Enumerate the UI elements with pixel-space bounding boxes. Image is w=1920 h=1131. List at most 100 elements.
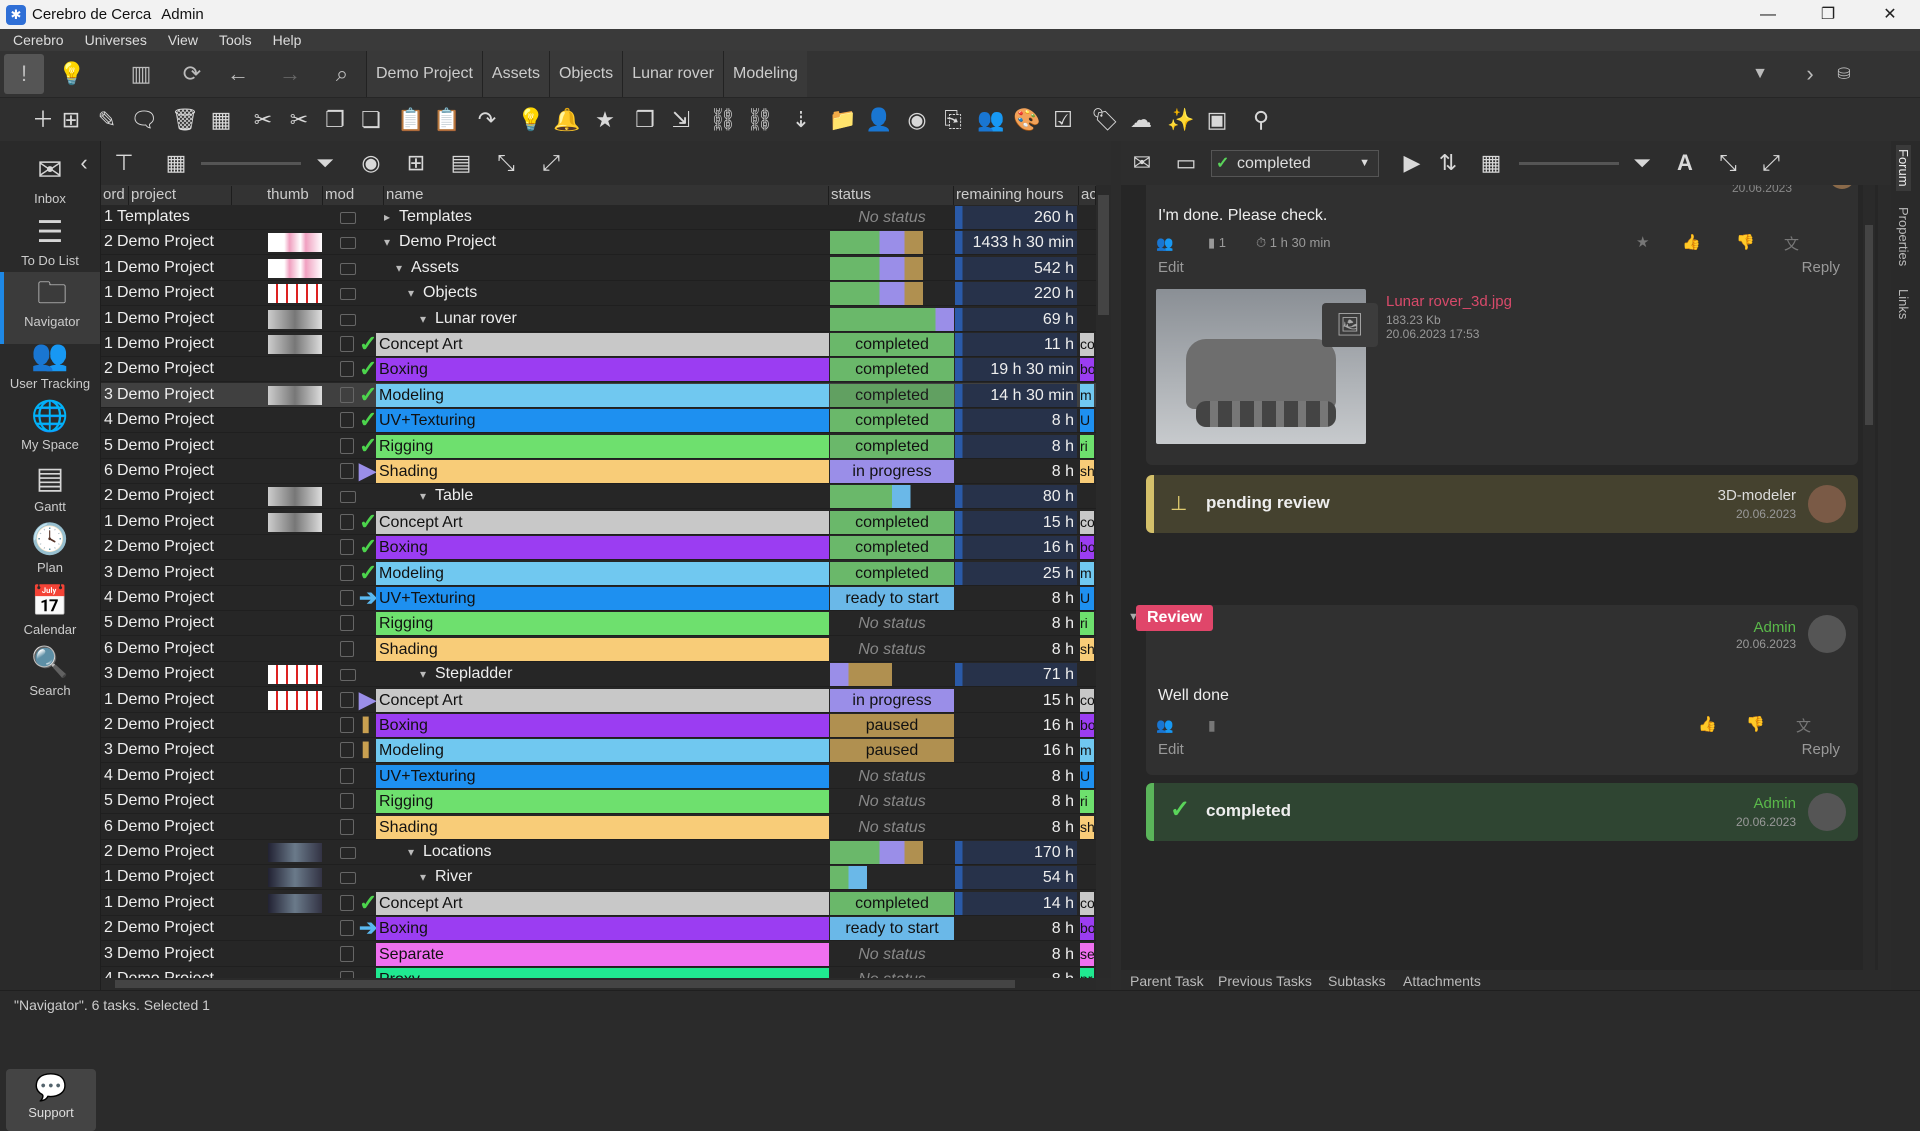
thumb-size-slider[interactable]: [201, 162, 301, 165]
expand-arrow-icon[interactable]: ▾: [420, 865, 432, 889]
tab-parent-task[interactable]: Parent Task: [1130, 973, 1204, 989]
refresh-icon[interactable]: ⟳: [172, 54, 212, 94]
paste-alt-icon[interactable]: 📋: [432, 106, 462, 134]
tab-subtasks[interactable]: Subtasks: [1328, 973, 1386, 989]
menu-help[interactable]: Help: [260, 32, 310, 48]
col-thumb[interactable]: thumb: [265, 186, 323, 205]
table-row[interactable]: 2 Demo Project ✓ Boxing completed 19 h 30 min…: [101, 357, 1096, 383]
expand-arrow-icon[interactable]: ▾: [420, 662, 432, 686]
forward-icon[interactable]: →: [270, 54, 310, 94]
translate-icon[interactable]: 文: [1796, 715, 1811, 736]
col-mod[interactable]: mod: [323, 186, 384, 205]
task-name[interactable]: Modeling: [376, 739, 829, 763]
task-name[interactable]: UV+Texturing: [376, 409, 829, 433]
dropdown-icon[interactable]: ▼: [1740, 54, 1780, 94]
film-icon[interactable]: ▦: [1476, 149, 1506, 177]
export-xls-icon[interactable]: ▤: [446, 149, 476, 177]
menu-cerebro[interactable]: Cerebro: [0, 32, 72, 48]
table-row[interactable]: 2 Demo Project ❚❚ Boxing paused 16 h bo: [101, 713, 1096, 738]
table-row[interactable]: 1 Demo Project ▾ Assets 542 h: [101, 256, 1096, 281]
play-icon[interactable]: ▶: [1397, 149, 1427, 177]
table-row[interactable]: 3 Demo Project ▾ Stepladder 71 h: [101, 662, 1096, 688]
paste-icon[interactable]: 📋: [396, 106, 426, 134]
expand-arrow-icon[interactable]: ▾: [384, 230, 396, 254]
search-icon[interactable]: ⌕: [322, 54, 362, 94]
task-name[interactable]: Rigging: [376, 790, 829, 814]
table-row[interactable]: 4 Demo Project UV+Texturing No status 8 hU: [101, 764, 1096, 789]
unlink-icon[interactable]: ⛓: [745, 106, 775, 134]
breadcrumb-item[interactable]: Objects: [548, 51, 623, 97]
maximize-button[interactable]: ❐: [1800, 0, 1856, 29]
task-name[interactable]: Rigging: [376, 434, 829, 458]
expand-all-icon[interactable]: ⤢: [536, 149, 566, 177]
table-row[interactable]: 1 Demo Project ▾ Lunar rover 69 h: [101, 307, 1096, 332]
table-row[interactable]: 5 Demo Project Rigging No status 8 h ri: [101, 789, 1096, 815]
alarm-icon[interactable]: 🔔: [552, 106, 582, 134]
split-icon[interactable]: ⇲: [666, 106, 696, 134]
cut-icon[interactable]: ✂: [248, 106, 278, 134]
table-row[interactable]: 1 Demo Project ✓ Concept Art completed 15 h co: [101, 509, 1096, 535]
breadcrumb-item[interactable]: Modeling: [723, 51, 807, 97]
palette-icon[interactable]: 🎨: [1012, 106, 1042, 134]
minimize-button[interactable]: —: [1740, 0, 1796, 29]
col-ord[interactable]: ord: [101, 186, 129, 205]
thumbs-down-icon[interactable]: 👎: [1736, 233, 1755, 251]
task-name[interactable]: Concept Art: [376, 510, 829, 534]
expand-arrow-icon[interactable]: ▾: [408, 281, 420, 305]
sidebar-item-search[interactable]: 🔍 Search: [0, 641, 100, 713]
archive-icon[interactable]: ▦: [206, 106, 236, 134]
col-name[interactable]: name: [384, 186, 829, 205]
close-button[interactable]: ✕: [1862, 0, 1918, 29]
table-icon[interactable]: ⊞: [401, 149, 431, 177]
person-icon[interactable]: 👤: [864, 106, 894, 134]
breadcrumb-item[interactable]: Assets: [481, 51, 549, 97]
copy-alt-icon[interactable]: ❏: [356, 106, 386, 134]
task-name[interactable]: Proxy: [376, 968, 829, 978]
folder-icon[interactable]: 📁: [828, 106, 858, 134]
task-name[interactable]: Boxing: [376, 917, 829, 941]
expand-arrow-icon[interactable]: ▾: [396, 256, 408, 280]
table-row[interactable]: 1 Demo Project ✓ Concept Art completed 14 h co: [101, 890, 1096, 916]
panel-splitter[interactable]: [1111, 141, 1121, 990]
table-row[interactable]: 3 Demo Project ❚❚ Modeling paused 16 hm: [101, 738, 1096, 764]
star-icon[interactable]: ★: [590, 106, 620, 134]
table-row[interactable]: 2 Demo Project ➔ Boxing ready to start 8 h bo: [101, 916, 1096, 942]
task-name[interactable]: UV+Texturing: [376, 764, 829, 788]
hierarchy-icon[interactable]: ⊤: [109, 149, 139, 177]
expand-arrow-icon[interactable]: ▾: [408, 840, 420, 864]
tab-attachments[interactable]: Attachments: [1403, 973, 1481, 989]
edit-link[interactable]: Edit: [1158, 259, 1184, 276]
bulb-icon[interactable]: 💡: [516, 106, 546, 134]
task-name[interactable]: Rigging: [376, 612, 829, 636]
table-row[interactable]: 1 Templates ▸ Templates No status 260 h: [101, 205, 1096, 230]
magic-icon[interactable]: ✨: [1166, 106, 1196, 134]
task-name[interactable]: Shading: [376, 815, 829, 839]
table-row[interactable]: 2 Demo Project ▾ Locations 170 h: [101, 840, 1096, 865]
tab-forum[interactable]: Forum: [1896, 145, 1911, 191]
mail-icon[interactable]: ✉: [1127, 149, 1157, 177]
table-row[interactable]: 1 Demo Project ✓ Concept Art completed 11 h co: [101, 332, 1096, 357]
breadcrumb-item[interactable]: Lunar rover: [622, 51, 724, 97]
font-icon[interactable]: A: [1670, 149, 1700, 177]
checklist-icon[interactable]: ☑: [1048, 106, 1078, 134]
cut-alt-icon[interactable]: ✂: [284, 106, 314, 134]
forum-thumb-slider[interactable]: [1519, 162, 1619, 165]
reply-link[interactable]: Reply: [1802, 741, 1840, 758]
table-row[interactable]: 6 Demo Project Shading No status 8 h sh: [101, 637, 1096, 662]
table-row[interactable]: 5 Demo Project Rigging No status 8 h ri: [101, 611, 1096, 637]
copy-icon[interactable]: ❐: [320, 106, 350, 134]
star-icon[interactable]: ★: [1636, 233, 1649, 251]
table-row[interactable]: 1 Demo Project ▾ River 54 h: [101, 865, 1096, 891]
film-icon[interactable]: ▦: [161, 149, 191, 177]
lightbulb-icon[interactable]: 💡: [52, 54, 92, 94]
pin-user-icon[interactable]: ⚲: [1246, 106, 1276, 134]
forum-scrollbar[interactable]: [1863, 185, 1875, 970]
alert-icon[interactable]: !: [4, 54, 44, 94]
add-subtask-icon[interactable]: ⊞: [56, 106, 86, 134]
expand-arrow-icon[interactable]: ▸: [384, 205, 396, 229]
group-icon[interactable]: 👥: [976, 106, 1006, 134]
task-name[interactable]: Boxing: [376, 714, 829, 737]
tab-previous-tasks[interactable]: Previous Tasks: [1218, 973, 1312, 989]
tab-links[interactable]: Links: [1896, 289, 1911, 319]
task-name[interactable]: Modeling: [376, 383, 829, 407]
